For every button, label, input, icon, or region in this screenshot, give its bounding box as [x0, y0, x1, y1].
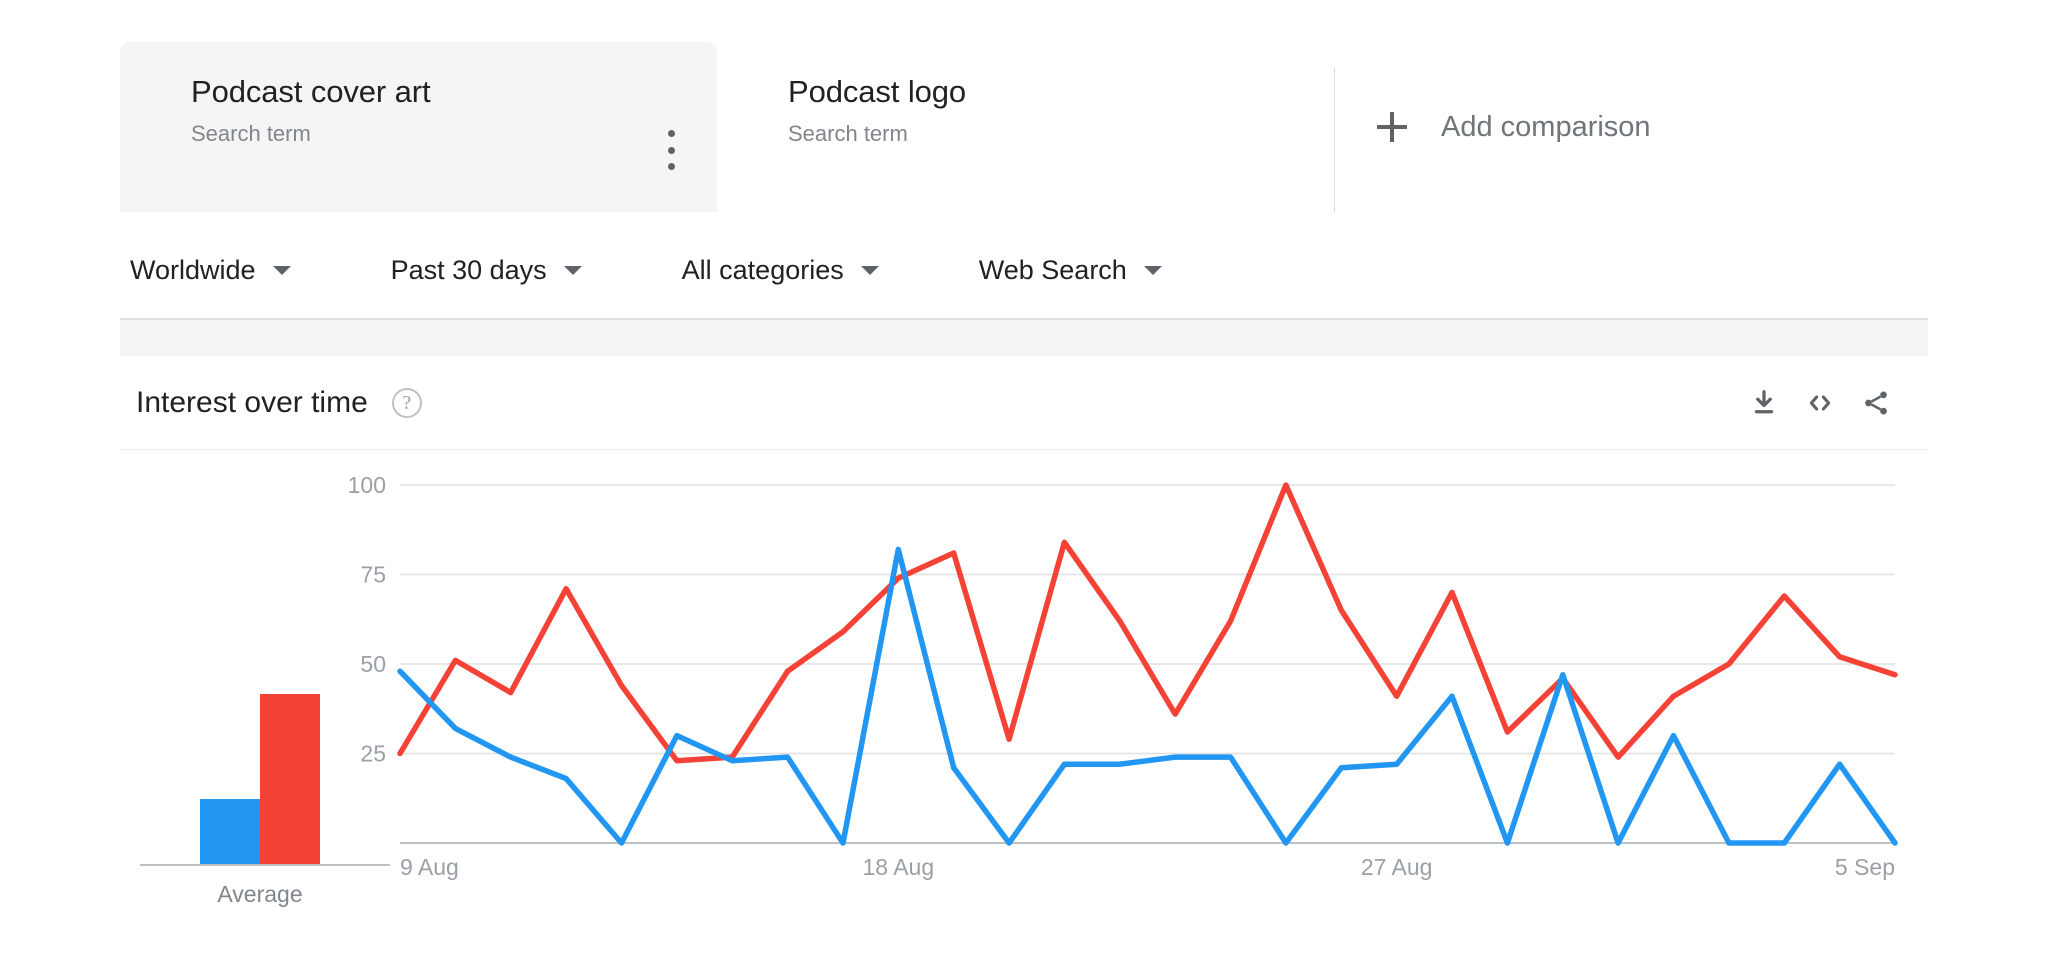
- chart-area: Average 100 75 50 25 9 Aug 18 Aug 27 Aug 5 Sep: [0, 450, 2048, 920]
- search-term-card-1[interactable]: Podcast logo Search term: [717, 42, 1334, 212]
- x-axis-tick-label: 5 Sep: [1835, 854, 1895, 880]
- y-axis-tick-label: 100: [348, 472, 386, 498]
- header-actions: [1736, 375, 1904, 431]
- plus-icon: [1377, 112, 1407, 142]
- search-term-subtitle-1: Search term: [788, 121, 908, 146]
- kebab-dot: [667, 146, 675, 154]
- interest-over-time-line-chart[interactable]: 100 75 50 25 9 Aug 18 Aug 27 Aug 5 Sep: [340, 450, 1940, 920]
- y-axis-tick-label: 75: [360, 562, 386, 588]
- comparison-cards-row: Podcast cover art Search term Podcast lo…: [120, 42, 1928, 212]
- kebab-dot: [667, 163, 675, 170]
- filter-bar: Worldwide Past 30 days All categories We…: [130, 246, 1162, 294]
- kebab-dot: [667, 130, 675, 137]
- help-question-icon[interactable]: ?: [391, 387, 422, 418]
- card-texts-0: Podcast cover art Search term: [191, 72, 431, 149]
- chevron-down-icon: [860, 265, 879, 275]
- filter-search-type-label: Web Search: [978, 254, 1127, 285]
- download-icon[interactable]: [1736, 375, 1792, 431]
- embed-code-icon[interactable]: [1792, 375, 1848, 431]
- grid-lines: [400, 484, 1895, 755]
- search-term-subtitle-0: Search term: [191, 121, 311, 146]
- card-texts-1: Podcast logo Search term: [788, 72, 966, 149]
- y-axis-ticks: 100 75 50 25: [348, 472, 386, 767]
- trends-page: Podcast cover art Search term Podcast lo…: [0, 0, 2048, 975]
- filter-location-label: Worldwide: [130, 254, 256, 285]
- filter-category-label: All categories: [681, 254, 844, 285]
- section-top-band: [120, 318, 1928, 356]
- filter-search-type[interactable]: Web Search: [979, 255, 1162, 286]
- add-comparison-button[interactable]: Add comparison: [1335, 42, 1928, 212]
- filter-timerange[interactable]: Past 30 days: [391, 255, 582, 286]
- filter-category[interactable]: All categories: [682, 255, 879, 286]
- average-bars: [170, 524, 350, 864]
- filter-timerange-label: Past 30 days: [390, 254, 547, 285]
- search-term-label-1: Podcast logo: [788, 74, 967, 109]
- filter-location[interactable]: Worldwide: [130, 255, 291, 286]
- y-axis-tick-label: 50: [360, 651, 386, 677]
- page-title: Interest over time: [136, 385, 368, 419]
- series-line-podcast-logo: [397, 482, 1898, 764]
- average-bar-podcast-logo[interactable]: [260, 694, 320, 864]
- y-axis-tick-label: 25: [360, 741, 386, 767]
- add-comparison-label: Add comparison: [1441, 110, 1651, 143]
- x-axis-tick-label: 18 Aug: [863, 854, 935, 880]
- search-term-label-0: Podcast cover art: [191, 74, 431, 109]
- x-axis-tick-label: 27 Aug: [1361, 854, 1433, 880]
- share-icon[interactable]: [1848, 375, 1904, 431]
- x-axis-tick-label: 9 Aug: [400, 854, 459, 880]
- chevron-down-icon: [1143, 265, 1162, 275]
- chevron-down-icon: [272, 265, 291, 275]
- x-axis-ticks: 9 Aug 18 Aug 27 Aug 5 Sep: [400, 854, 1895, 880]
- average-bar-podcast-cover-art[interactable]: [200, 799, 260, 864]
- chevron-down-icon: [563, 265, 582, 275]
- search-term-card-0[interactable]: Podcast cover art Search term: [120, 42, 717, 212]
- kebab-menu-icon[interactable]: [667, 130, 675, 170]
- interest-over-time-header: Interest over time ?: [120, 356, 1928, 450]
